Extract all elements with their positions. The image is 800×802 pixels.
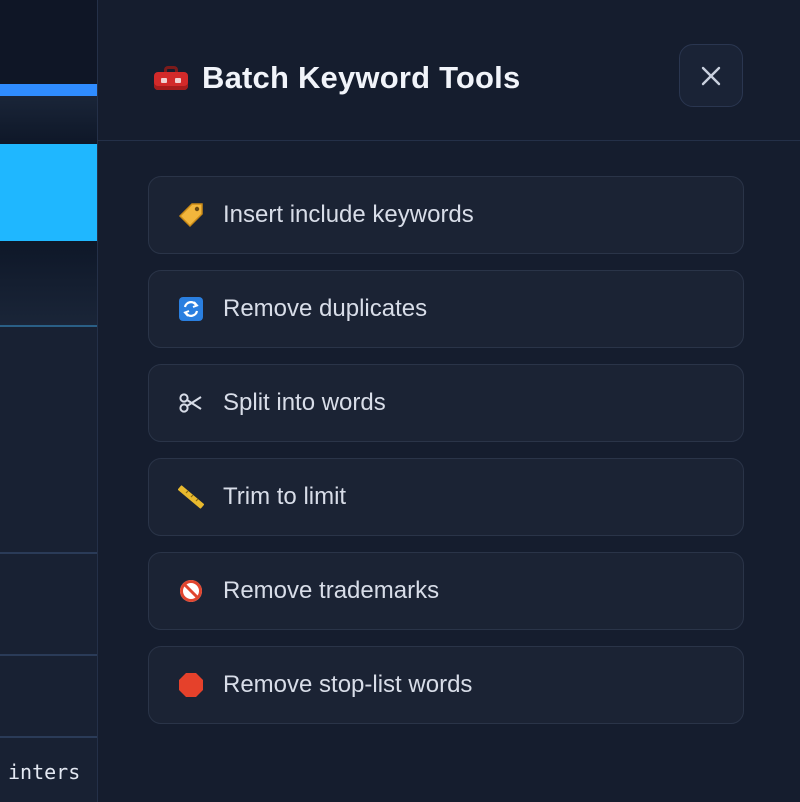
repeat-arrows-icon: [177, 295, 205, 323]
prohibited-icon: [177, 577, 205, 605]
panel-header: Batch Keyword Tools: [98, 0, 800, 141]
background-divider: [0, 654, 97, 656]
background-accent-bar: [0, 84, 97, 96]
tool-remove-duplicates-button[interactable]: Remove duplicates: [148, 270, 744, 348]
background-highlight-block: [0, 144, 97, 241]
tool-label: Insert include keywords: [223, 201, 474, 228]
close-icon: [701, 66, 721, 85]
tool-trim-to-limit-button[interactable]: Trim to limit: [148, 458, 744, 536]
background-header: [0, 0, 97, 84]
tool-remove-trademarks-button[interactable]: Remove trademarks: [148, 552, 744, 630]
tool-label: Trim to limit: [223, 483, 347, 510]
background-band: [0, 96, 97, 144]
tool-label: Remove trademarks: [223, 577, 440, 604]
stop-sign-icon: [177, 671, 205, 699]
background-divider: [0, 552, 97, 554]
tool-label: Remove stop-list words: [223, 671, 473, 698]
panel-title: Batch Keyword Tools: [202, 60, 521, 95]
background-divider: [0, 736, 97, 738]
background-divider: [0, 325, 97, 327]
app-root: inters Batch Keyword Tools Insert includ…: [0, 0, 800, 802]
background-band: [0, 241, 97, 325]
toolbox-icon: [152, 64, 188, 92]
background-code-text: inters: [8, 760, 81, 784]
tool-remove-stop-list-words-button[interactable]: Remove stop-list words: [148, 646, 744, 724]
label-tag-icon: [177, 201, 205, 229]
batch-keyword-tools-panel: Batch Keyword Tools Insert include keywo…: [97, 0, 800, 802]
tool-split-into-words-button[interactable]: Split into words: [148, 364, 744, 442]
panel-title-row: Batch Keyword Tools: [152, 56, 520, 100]
tool-label: Split into words: [223, 389, 386, 416]
background-app-strip: inters: [0, 0, 97, 802]
scissors-icon: [177, 389, 205, 417]
tool-insert-include-keywords-button[interactable]: Insert include keywords: [148, 176, 744, 254]
close-button[interactable]: [679, 44, 743, 107]
ruler-icon: [177, 483, 205, 511]
tool-label: Remove duplicates: [223, 295, 428, 322]
